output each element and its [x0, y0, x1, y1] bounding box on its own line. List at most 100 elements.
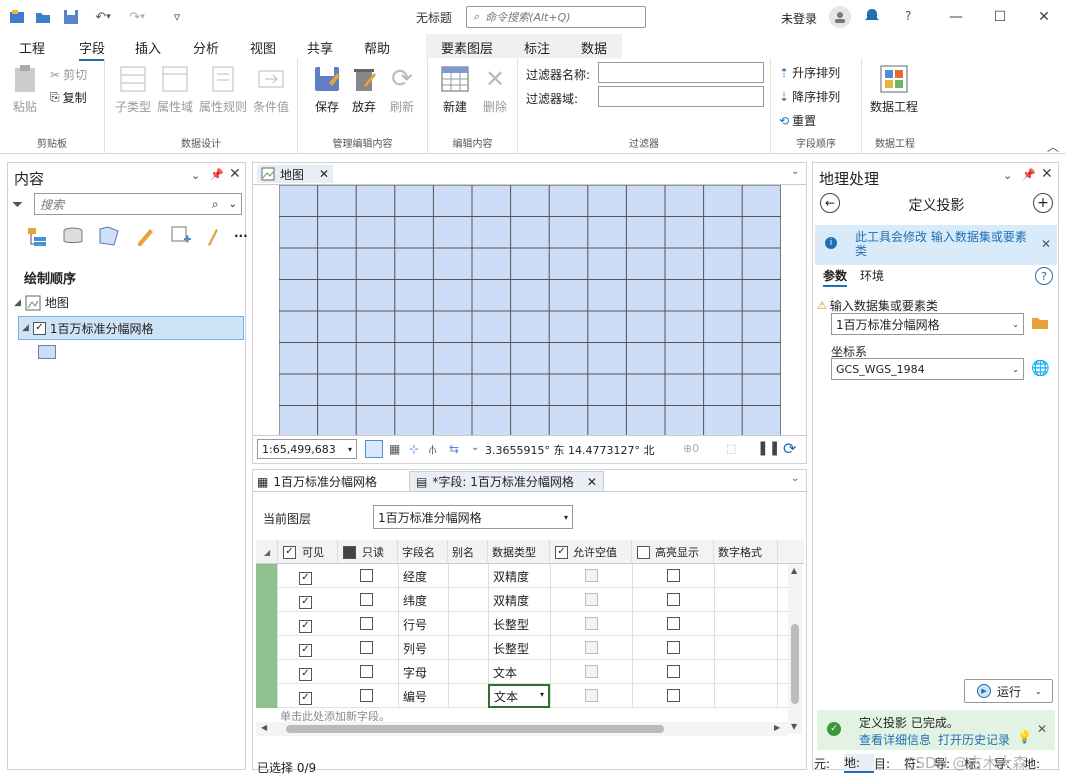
minimize-icon[interactable]: — [936, 4, 976, 30]
row-highlight-checkbox[interactable] [667, 569, 680, 582]
header-field-name[interactable]: 字段名 [398, 540, 448, 564]
scale-select[interactable]: 1:65,499,683 ▾ [257, 439, 357, 459]
row-selector[interactable] [256, 636, 278, 660]
pane-tab-navigator[interactable]: 导: [994, 755, 1024, 772]
row-field-name[interactable]: 字母 [398, 660, 448, 684]
fields-view-tab[interactable]: ▤ *字段: 1百万标准分幅网格 ✕ [409, 471, 604, 491]
filter-icon[interactable]: ⏷ [12, 197, 23, 213]
row-readonly-checkbox[interactable] [360, 641, 373, 654]
pin-icon[interactable]: 📌 [210, 168, 224, 181]
attribute-table-tab[interactable]: ▦ 1百万标准分幅网格 [257, 473, 377, 490]
pane-tab-catalog[interactable]: 元: [814, 755, 844, 772]
run-button[interactable]: ▶ 运行 ⌄ [964, 679, 1053, 703]
notification-icon[interactable] [864, 8, 880, 27]
grid-icon[interactable]: ▦ [389, 442, 400, 456]
pin-icon[interactable]: 📌 [1022, 168, 1036, 181]
new-field-button[interactable]: 新建 [440, 64, 470, 115]
row-readonly-checkbox[interactable] [360, 689, 373, 702]
table-row[interactable]: 字母 文本 [256, 660, 788, 684]
row-data-type[interactable]: 双精度 [488, 564, 550, 588]
row-readonly-checkbox[interactable] [360, 617, 373, 630]
command-search-input[interactable]: ⌕ 命令搜索(Alt+Q) [466, 6, 646, 28]
data-source-icon[interactable] [62, 225, 84, 247]
delete-field-button[interactable]: ✕ 删除 [480, 64, 510, 115]
header-data-type[interactable]: 数据类型 [488, 540, 550, 564]
row-number-format[interactable] [714, 684, 778, 708]
close-pane-icon[interactable]: ✕ [229, 166, 241, 182]
header-readonly[interactable]: 只读 [338, 540, 398, 564]
table-row[interactable]: 经度 双精度 [256, 564, 788, 588]
pane-tab-geoprocessing[interactable]: 地: [844, 753, 874, 773]
add-icon[interactable]: + [1033, 193, 1053, 213]
search-dropdown-icon[interactable]: ⌄ [229, 199, 237, 210]
row-visible-checkbox[interactable] [299, 571, 312, 585]
header-alias[interactable]: 别名 [448, 540, 488, 564]
subtype-button[interactable]: 子类型 [115, 64, 151, 115]
tab-insert[interactable]: 插入 [135, 38, 161, 57]
horizontal-scroll-thumb[interactable] [286, 725, 664, 733]
save-button[interactable]: 保存 [312, 64, 342, 115]
scroll-up-icon[interactable]: ▲ [791, 566, 797, 575]
row-highlight-checkbox[interactable] [667, 641, 680, 654]
close-window-icon[interactable]: ✕ [1024, 4, 1064, 30]
row-number-format[interactable] [714, 636, 778, 660]
selection-icon[interactable] [98, 225, 120, 247]
close-tab-icon[interactable]: ✕ [587, 475, 597, 489]
scroll-down-icon[interactable]: ▼ [791, 722, 797, 731]
filter-domain-input[interactable] [598, 86, 764, 107]
customize-qat-icon[interactable]: ▿ [168, 8, 186, 26]
collapse-ribbon-icon[interactable]: ︿ [1047, 138, 1059, 155]
header-highlight[interactable]: 高亮显示 [632, 540, 714, 564]
navigation-icon[interactable]: ⇆ [449, 442, 459, 456]
row-alias[interactable] [448, 684, 488, 708]
current-layer-select[interactable]: 1百万标准分幅网格 ▾ [373, 505, 573, 529]
row-data-type[interactable]: 长整型 [488, 612, 550, 636]
dismiss-success-icon[interactable]: ✕ [1037, 722, 1047, 736]
pane-tab-symbology[interactable]: 符: [904, 755, 934, 772]
snap-icon[interactable]: ⊹ [409, 442, 419, 456]
discard-button[interactable]: 放弃 [349, 64, 379, 115]
table-row[interactable]: 列号 长整型 [256, 636, 788, 660]
contents-search-input[interactable]: 搜索 ⌕ ⌄ [34, 193, 242, 215]
pane-menu-icon[interactable]: ⌄ [191, 169, 200, 182]
sort-descending-button[interactable]: ⇣ 降序排列 [779, 88, 840, 105]
header-readonly-checkbox[interactable] [343, 545, 356, 559]
lightbulb-icon[interactable]: 💡 [1017, 730, 1032, 744]
row-data-type[interactable]: 文本 [488, 660, 550, 684]
filter-name-input[interactable] [598, 62, 764, 83]
header-allow-null[interactable]: 允许空值 [550, 540, 632, 564]
vertical-scrollbar[interactable]: ▲ ▼ [788, 564, 802, 734]
header-allow-null-checkbox[interactable] [555, 545, 568, 559]
row-number-format[interactable] [714, 660, 778, 684]
add-field-hint[interactable]: 单击此处添加新字段。 [256, 708, 786, 723]
row-data-type[interactable]: 长整型 [488, 636, 550, 660]
row-alias[interactable] [448, 660, 488, 684]
vertical-scroll-thumb[interactable] [791, 624, 799, 704]
row-number-format[interactable] [714, 564, 778, 588]
row-field-name[interactable]: 行号 [398, 612, 448, 636]
selection-count-icon[interactable]: ⊕0 [683, 442, 699, 455]
open-history-link[interactable]: 打开历史记录 [938, 731, 1010, 748]
refresh-button[interactable]: ⟳ 刷新 [387, 64, 417, 115]
row-number-format[interactable] [714, 612, 778, 636]
paste-button[interactable]: 粘贴 [10, 64, 40, 115]
tab-share[interactable]: 共享 [307, 38, 333, 57]
input-dataset-select[interactable]: 1百万标准分幅网格 ⌄ [831, 313, 1024, 335]
tab-list-icon[interactable]: ⌄ [791, 166, 799, 177]
pause-drawing-icon[interactable]: ❚❚ [757, 440, 780, 456]
condition-button[interactable]: 条件值 [253, 64, 289, 115]
pane-tab-map[interactable]: 地: [1024, 755, 1054, 772]
data-engineering-button[interactable]: 数据工程 [870, 64, 918, 115]
more-icon[interactable]: ··· [234, 229, 248, 243]
tab-view[interactable]: 视图 [250, 38, 276, 57]
fixed-scale-icon[interactable] [365, 440, 383, 458]
globe-icon[interactable]: 🌐 [1031, 359, 1050, 377]
close-tab-icon[interactable]: ✕ [319, 167, 329, 181]
copy-button[interactable]: ⎘ 复制 [50, 89, 87, 106]
pane-tab-label[interactable]: 标: [964, 755, 994, 772]
coord-format-dropdown-icon[interactable]: ⌄ [471, 442, 479, 453]
row-selector[interactable] [256, 684, 278, 708]
row-data-type[interactable]: 文本 ▾ [488, 684, 550, 708]
pane-tab-catalog-view[interactable]: 目: [874, 755, 904, 772]
row-visible-checkbox[interactable] [299, 595, 312, 609]
